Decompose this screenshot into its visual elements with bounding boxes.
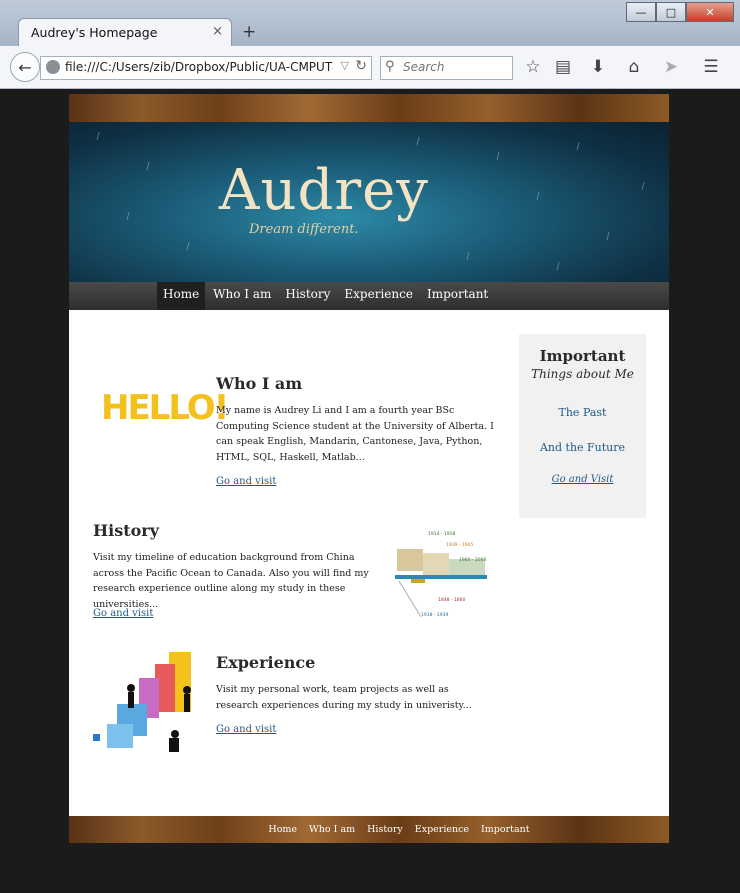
experience-link[interactable]: Go and visit: [216, 724, 276, 735]
window-controls: — □ ✕: [626, 2, 734, 22]
browser-tab[interactable]: Audrey's Homepage ×: [18, 18, 232, 47]
teamwork-graphic: [93, 652, 191, 752]
menu-item-home[interactable]: Home: [157, 282, 206, 310]
share-icon[interactable]: ➤: [660, 56, 682, 78]
who-i-am-link[interactable]: Go and visit: [216, 476, 276, 487]
maximize-button[interactable]: □: [656, 2, 686, 22]
page: Audrey Dream different. Home Who I am Hi…: [69, 94, 669, 843]
timeline-label: 1848 - 1860: [438, 598, 466, 603]
sidebar-subtitle: Things about Me: [531, 367, 634, 381]
timeline-label: 1918 - 1939: [421, 613, 449, 618]
url-text[interactable]: file:///C:/Users/zib/Dropbox/Public/UA-C…: [65, 60, 333, 74]
who-i-am-text: My name is Audrey Li and I am a fourth y…: [216, 405, 494, 463]
back-arrow-icon: ←: [18, 57, 32, 77]
search-input[interactable]: [401, 59, 511, 75]
experience-heading: Experience: [216, 653, 316, 672]
search-box[interactable]: ⚲: [380, 56, 513, 80]
home-icon[interactable]: ⌂: [623, 56, 645, 78]
site-title: Audrey: [219, 158, 429, 223]
hello-image-text: HELLO!: [101, 388, 229, 428]
sidebar-link-the-past[interactable]: The Past: [519, 406, 646, 419]
timeline-label: 1939 - 1945: [446, 543, 474, 548]
menu-item-experience[interactable]: Experience: [338, 282, 419, 310]
who-i-am-heading: Who I am: [216, 374, 303, 393]
footer-item-history[interactable]: History: [367, 824, 403, 835]
browser-chrome: — □ ✕ Audrey's Homepage × + ← file:///C:…: [0, 0, 740, 89]
experience-text: Visit my personal work, team projects as…: [216, 684, 472, 711]
wood-header-strip: [69, 94, 669, 122]
footer-menu: Home Who I am History Experience Importa…: [69, 816, 669, 843]
url-dropdown-icon[interactable]: ▽: [341, 59, 349, 72]
history-text: Visit my timeline of education backgroun…: [93, 552, 369, 610]
close-window-button[interactable]: ✕: [686, 2, 734, 22]
main-menu: Home Who I am History Experience Importa…: [69, 282, 669, 310]
footer-item-experience[interactable]: Experience: [415, 824, 469, 835]
new-tab-button[interactable]: +: [242, 22, 256, 42]
sidebar-title: Important: [539, 347, 626, 365]
url-bar[interactable]: file:///C:/Users/zib/Dropbox/Public/UA-C…: [40, 56, 372, 80]
timeline-label: 1960 - 2000: [459, 558, 487, 563]
timeline-graphic: [395, 549, 487, 618]
minimize-button[interactable]: —: [626, 2, 656, 22]
tab-close-icon[interactable]: ×: [212, 24, 223, 39]
download-icon[interactable]: ⬇: [587, 56, 609, 78]
history-heading: History: [93, 521, 159, 540]
teamwork-blocks-image: [91, 648, 201, 768]
hello-image: HELLO!: [101, 388, 229, 428]
footer-item-important[interactable]: Important: [481, 824, 530, 835]
search-icon: ⚲: [385, 59, 395, 74]
menu-icon[interactable]: ☰: [700, 56, 722, 78]
menu-item-history[interactable]: History: [279, 282, 336, 310]
sidebar-go-link[interactable]: Go and Visit: [519, 474, 646, 485]
history-link[interactable]: Go and visit: [93, 608, 153, 619]
timeline-image: 1914 - 1918 1939 - 1945 1960 - 2000 1848…: [391, 531, 491, 623]
footer-item-who-i-am[interactable]: Who I am: [309, 824, 355, 835]
timeline-label: 1914 - 1918: [428, 532, 456, 537]
tab-title: Audrey's Homepage: [31, 25, 158, 40]
footer-item-home[interactable]: Home: [268, 824, 297, 835]
reading-list-icon[interactable]: ▤: [552, 56, 574, 78]
navigation-toolbar: ← file:///C:/Users/zib/Dropbox/Public/UA…: [0, 46, 740, 89]
menu-item-important[interactable]: Important: [421, 282, 494, 310]
bookmark-star-icon[interactable]: ☆: [522, 56, 544, 78]
reload-icon[interactable]: ↻: [355, 58, 367, 74]
back-button[interactable]: ←: [10, 52, 40, 82]
banner: Audrey Dream different.: [69, 122, 669, 282]
important-sidebar: Important Things about Me The Past And t…: [519, 334, 646, 518]
site-tagline: Dream different.: [249, 222, 359, 237]
sidebar-link-the-future[interactable]: And the Future: [519, 441, 646, 454]
menu-item-who-i-am[interactable]: Who I am: [207, 282, 277, 310]
globe-icon: [46, 60, 60, 74]
